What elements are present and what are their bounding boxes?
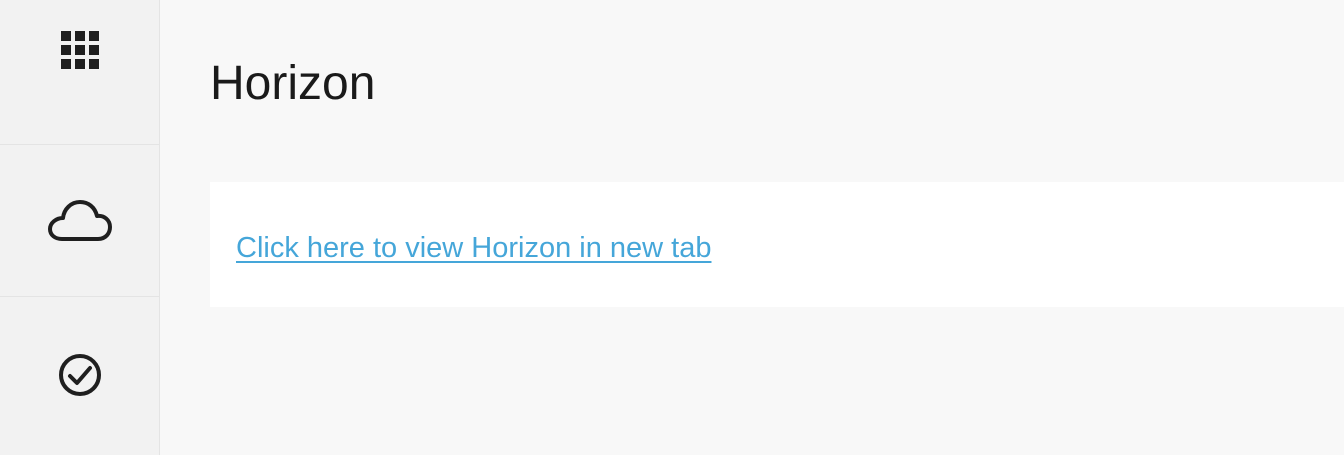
sidebar bbox=[0, 0, 160, 455]
sidebar-item-tasks[interactable] bbox=[0, 297, 159, 455]
sidebar-item-cloud[interactable] bbox=[0, 145, 159, 297]
app-window: Horizon Click here to view Horizon in ne… bbox=[0, 0, 1344, 455]
open-horizon-new-tab-link[interactable]: Click here to view Horizon in new tab bbox=[236, 232, 711, 265]
grid-icon bbox=[60, 30, 100, 70]
cloud-icon bbox=[47, 199, 112, 243]
main-content: Horizon Click here to view Horizon in ne… bbox=[160, 0, 1344, 455]
sidebar-item-apps[interactable] bbox=[0, 0, 159, 145]
check-circle-icon bbox=[58, 353, 102, 397]
content-card: Click here to view Horizon in new tab bbox=[210, 182, 1344, 307]
page-title: Horizon bbox=[210, 57, 376, 110]
